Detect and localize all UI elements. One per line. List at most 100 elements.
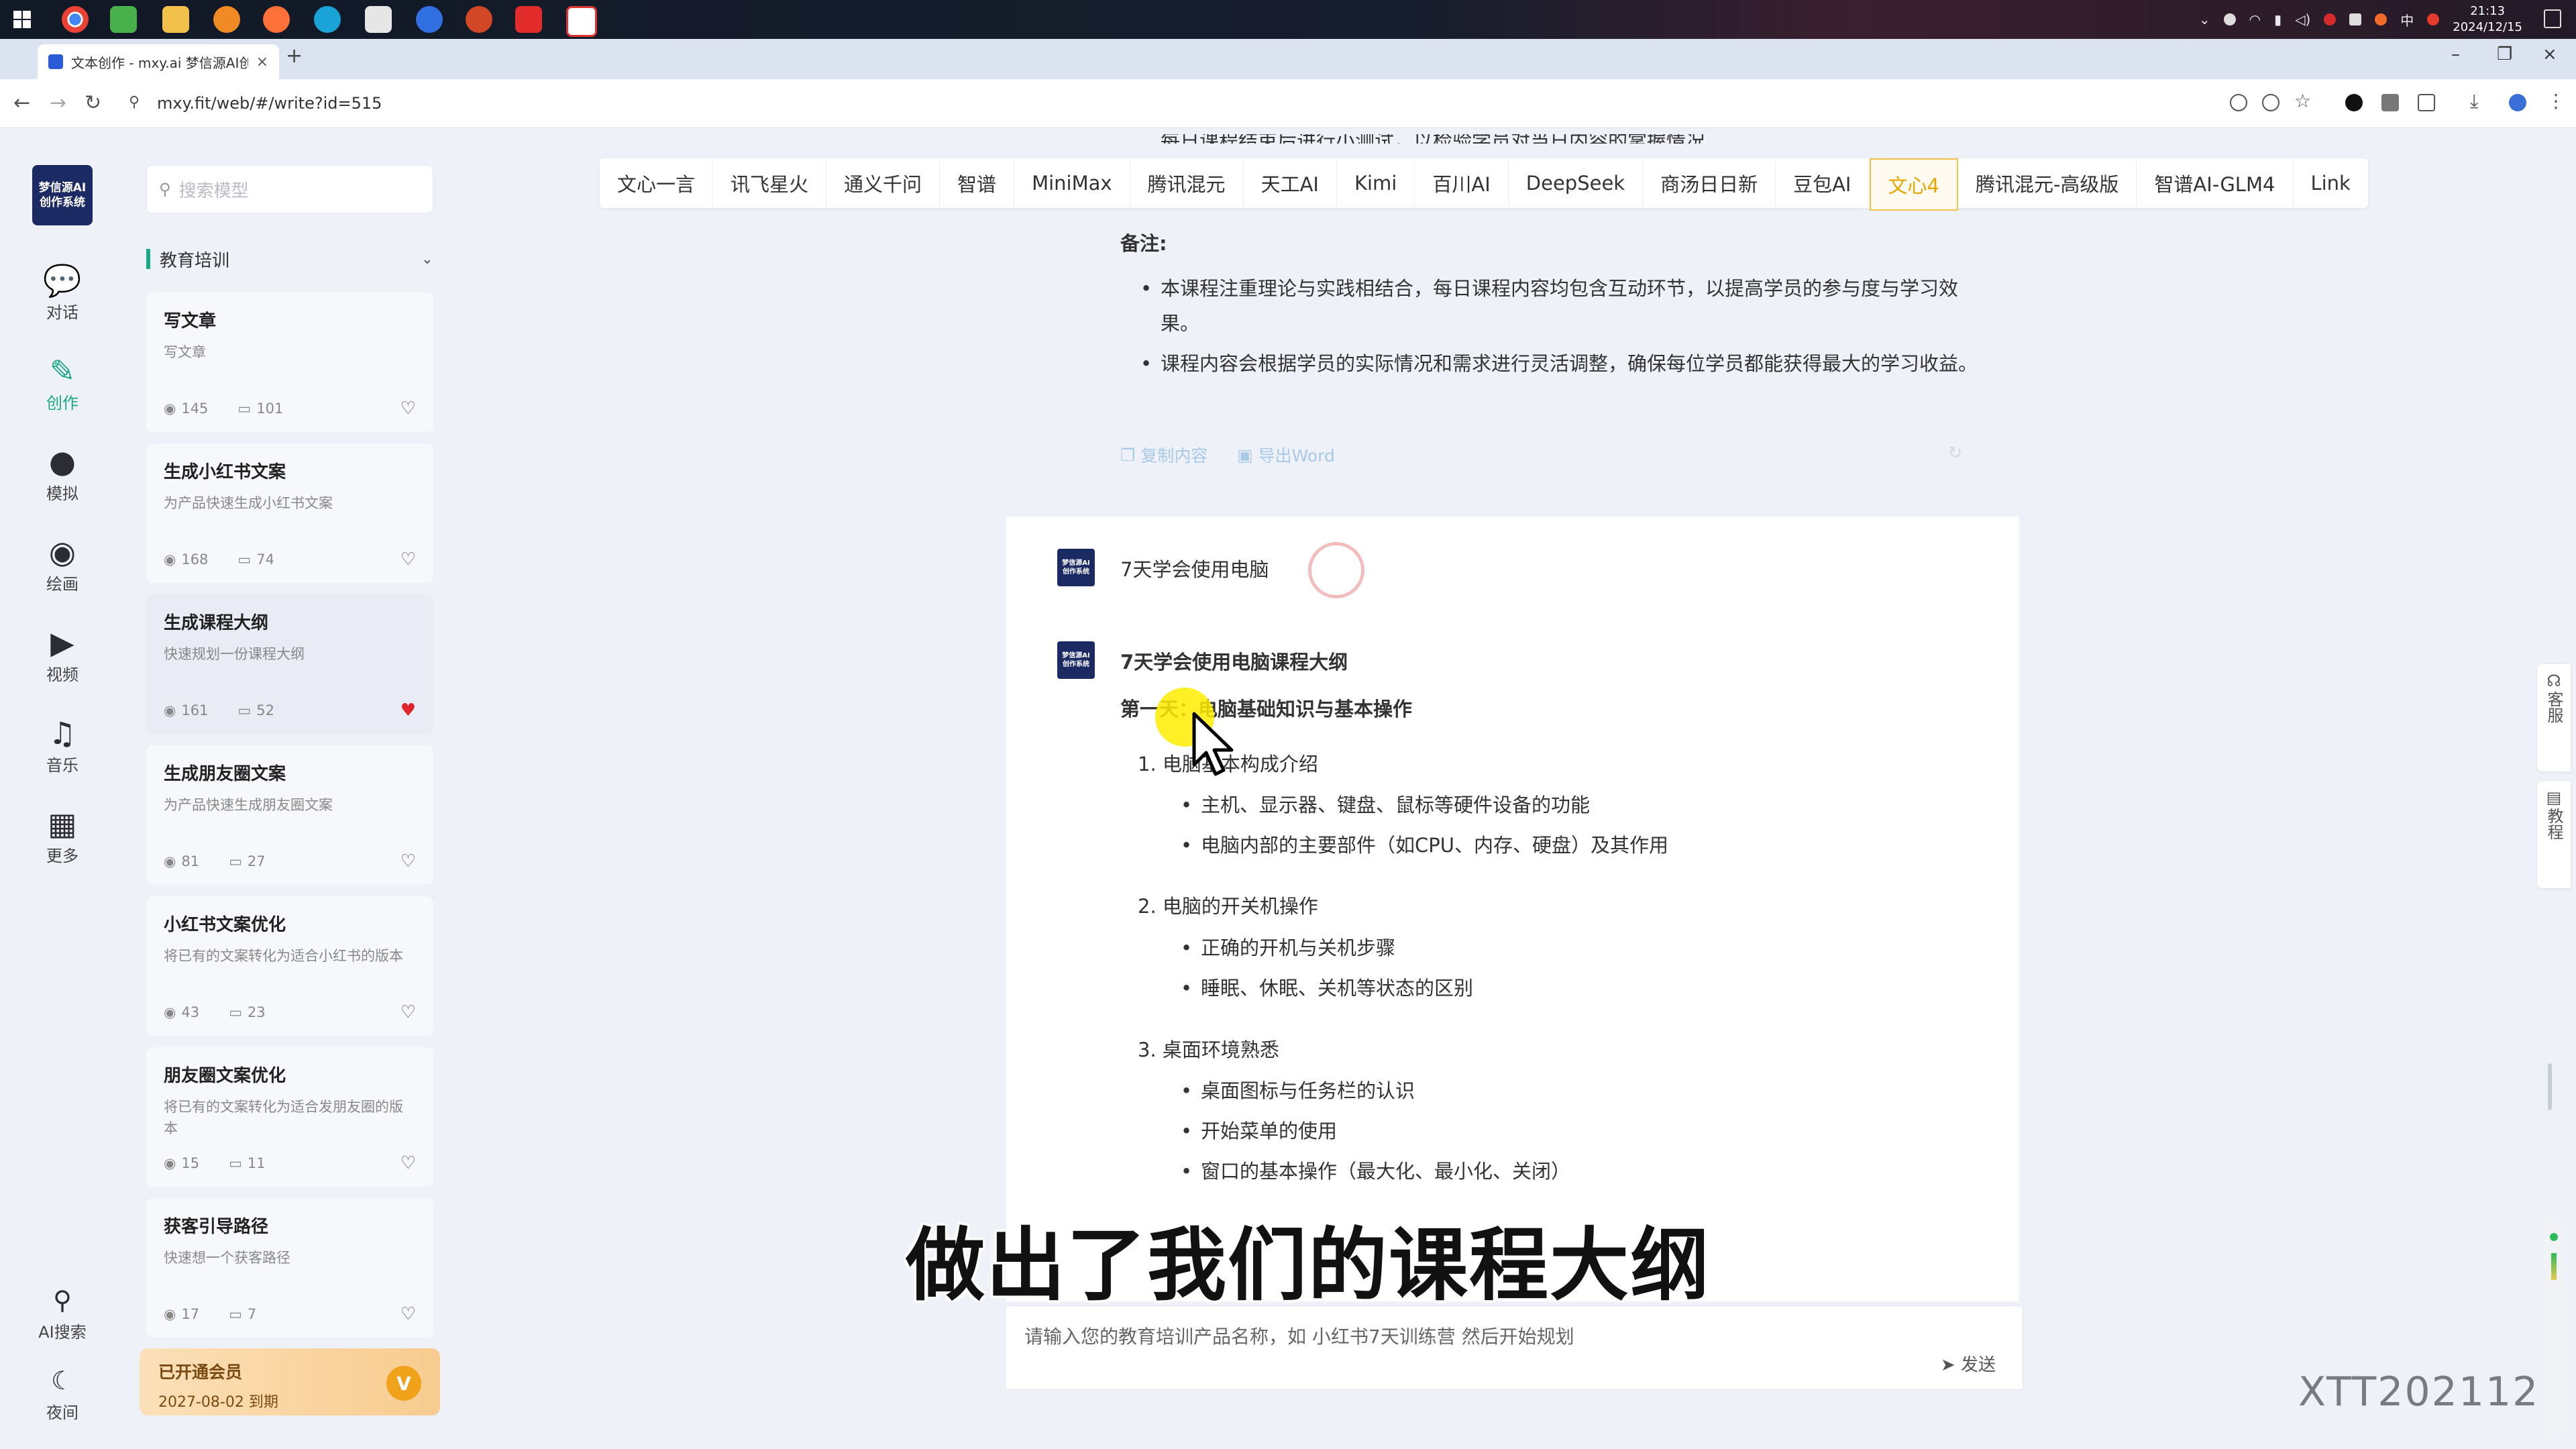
template-card[interactable]: 生成朋友圈文案 为产品快速生成朋友圈文案 ◉ 81 ▭ 27 ♡ (146, 745, 433, 885)
heart-icon[interactable]: ♡ (400, 549, 416, 570)
browser-menu-icon[interactable]: ⋮ (2546, 90, 2565, 112)
system-clock[interactable]: 21:13 2024/12/15 (2453, 3, 2522, 36)
click-ring-indicator (1308, 542, 1364, 598)
template-card[interactable]: 朋友圈文案优化 将已有的文案转化为适合发朋友圈的版本 ◉ 15 ▭ 11 ♡ (146, 1047, 433, 1187)
sidebar-item-create[interactable]: ✎ 创作 (0, 352, 125, 413)
notification-icon[interactable] (2544, 9, 2561, 28)
tray-red-icon[interactable] (2324, 13, 2337, 25)
sidebar-item-chat[interactable]: 💬 对话 (0, 262, 125, 323)
template-card[interactable]: 小红书文案优化 将已有的文案转化为适合小红书的版本 ◉ 43 ▭ 23 ♡ (146, 896, 433, 1036)
template-card-selected[interactable]: 生成课程大纲 快速规划一份课程大纲 ◉ 161 ▭ 52 ♥ (146, 594, 433, 734)
powerpoint-icon[interactable] (466, 6, 492, 33)
minimize-icon[interactable]: – (2451, 44, 2460, 64)
download-icon[interactable]: ⤓ (2470, 90, 2487, 112)
tray-app-icon[interactable] (2223, 13, 2236, 25)
forward-icon[interactable]: → (50, 91, 66, 115)
site-info-icon[interactable]: ⚲ (129, 94, 140, 111)
model-tab[interactable]: 豆包AI (1776, 158, 1870, 208)
chevron-down-icon[interactable]: ⌄ (421, 251, 433, 268)
wechat-icon[interactable] (110, 6, 137, 33)
wps-icon[interactable] (515, 6, 542, 33)
tray-chevron-icon[interactable]: ⌄ (2199, 11, 2210, 28)
heart-icon[interactable]: ♡ (400, 398, 416, 419)
model-tab[interactable]: 天工AI (1244, 158, 1337, 208)
browser-tab-active[interactable]: 文本创作 - mxy.ai 梦信源AI创 × (38, 44, 279, 79)
model-tab[interactable]: Link (2293, 158, 2367, 208)
regenerate-icon[interactable]: ↻ (1948, 443, 1962, 462)
reload-icon[interactable]: ↻ (85, 91, 101, 115)
firefox-icon[interactable] (263, 6, 290, 33)
model-tab[interactable]: 文心一言 (600, 158, 714, 208)
heart-filled-icon[interactable]: ♥ (400, 700, 416, 720)
model-search-input[interactable]: ⚲ 搜索模型 (146, 165, 433, 213)
template-card[interactable]: 生成小红书文案 为产品快速生成小红书文案 ◉ 168 ▭ 74 ♡ (146, 443, 433, 583)
sidebar-item-video[interactable]: ▶ 视频 (0, 624, 125, 685)
sidebar-item-music[interactable]: ♫ 音乐 (0, 714, 125, 775)
sidebar-item-ai-search[interactable]: ⚲ AI搜索 (0, 1281, 125, 1342)
tray-key-icon[interactable] (2375, 13, 2387, 25)
prompt-input[interactable]: 请输入您的教育培训产品名称，如 小红书7天训练营 然后开始规划 ➤ 发送 (1005, 1305, 2023, 1390)
battery-icon[interactable] (2349, 13, 2362, 25)
model-tab[interactable]: 腾讯混元 (1130, 158, 1244, 208)
category-header[interactable]: 教育培训 ⌄ (146, 246, 433, 272)
edge-icon[interactable] (314, 6, 341, 33)
app-v-icon[interactable] (566, 6, 597, 37)
restore-icon[interactable]: ❐ (2497, 44, 2512, 64)
model-tab[interactable]: 百川AI (1415, 158, 1509, 208)
customer-service-widget[interactable]: ☊ 客服 (2537, 664, 2571, 771)
extension-image-icon[interactable] (2381, 94, 2399, 111)
model-tab[interactable]: 智谱AI-GLM4 (2137, 158, 2294, 208)
tab-close-icon[interactable]: × (256, 54, 268, 70)
profile-avatar[interactable] (2509, 94, 2526, 111)
app-logo[interactable]: 梦信源AI 创作系统 (32, 165, 93, 225)
sidebar-item-night-mode[interactable]: ☾ 夜间 (0, 1362, 125, 1423)
back-icon[interactable]: ← (13, 91, 30, 115)
window-close-icon[interactable]: × (2542, 44, 2557, 64)
template-card[interactable]: 获客引导路径 快速想一个获客路径 ◉ 17 ▭ 7 ♡ (146, 1198, 433, 1338)
model-tab[interactable]: 腾讯混元-高级版 (1958, 158, 2137, 208)
tray-s-icon[interactable] (2427, 13, 2440, 25)
model-tab-selected[interactable]: 文心4 (1869, 158, 1958, 211)
bookmark-star-icon[interactable]: ☆ (2294, 90, 2312, 112)
model-tab[interactable]: 讯飞星火 (713, 158, 827, 208)
card-title: 小红书文案优化 (164, 915, 286, 935)
vip-membership-banner[interactable]: 已开通会员 2027-08-02 到期 V (140, 1348, 440, 1415)
template-card[interactable]: 写文章 写文章 ◉ 145 ▭ 101 ♡ (146, 292, 433, 432)
card-meta: ◉ 17 ▭ 7 ♡ (164, 1304, 416, 1324)
copy-content-button[interactable]: ❐ 复制内容 (1120, 443, 1208, 467)
chrome-icon[interactable] (62, 6, 89, 33)
calculator-icon[interactable] (365, 6, 392, 33)
model-tab[interactable]: 通义千问 (826, 158, 941, 208)
extension-k-icon[interactable] (2345, 94, 2363, 111)
zoom-icon[interactable] (2262, 94, 2279, 111)
scrollbar-thumb[interactable] (2548, 1063, 2552, 1110)
sidebar-item-more[interactable]: ▦ 更多 (0, 805, 125, 866)
sidebar-item-simulate[interactable]: ● 模拟 (0, 443, 125, 504)
eye-icon: ◉ (164, 400, 176, 417)
heart-icon[interactable]: ♡ (400, 1153, 416, 1173)
url-field[interactable]: mxy.fit/web/#/write?id=515 (157, 94, 382, 113)
export-word-button[interactable]: ▣ 导出Word (1237, 443, 1335, 467)
usb-icon[interactable]: ▮ (2274, 11, 2282, 28)
model-tab[interactable]: Kimi (1337, 158, 1415, 208)
heart-icon[interactable]: ♡ (400, 851, 416, 871)
send-button[interactable]: ➤ 发送 (1941, 1351, 1996, 1376)
tutorial-widget[interactable]: ▤ 教程 (2537, 781, 2571, 888)
sidebar-item-draw[interactable]: ◉ 绘画 (0, 533, 125, 594)
heart-icon[interactable]: ♡ (400, 1304, 416, 1324)
settings-app-icon[interactable] (416, 6, 443, 33)
password-key-icon[interactable] (2230, 94, 2247, 111)
windows-start-icon[interactable] (13, 11, 31, 28)
wifi-icon[interactable]: ◠ (2249, 11, 2261, 28)
model-tab[interactable]: 商汤日日新 (1643, 158, 1776, 208)
ime-indicator[interactable]: 中 (2400, 10, 2414, 30)
new-tab-icon[interactable]: + (286, 44, 303, 68)
extensions-puzzle-icon[interactable] (2418, 94, 2435, 111)
model-tab[interactable]: 智谱 (940, 158, 1015, 208)
volume-icon[interactable]: ◁) (2295, 11, 2310, 28)
search-app-icon[interactable] (213, 6, 240, 33)
heart-icon[interactable]: ♡ (400, 1002, 416, 1022)
model-tab[interactable]: MiniMax (1014, 158, 1130, 208)
file-explorer-icon[interactable] (162, 6, 189, 33)
model-tab[interactable]: DeepSeek (1509, 158, 1644, 208)
